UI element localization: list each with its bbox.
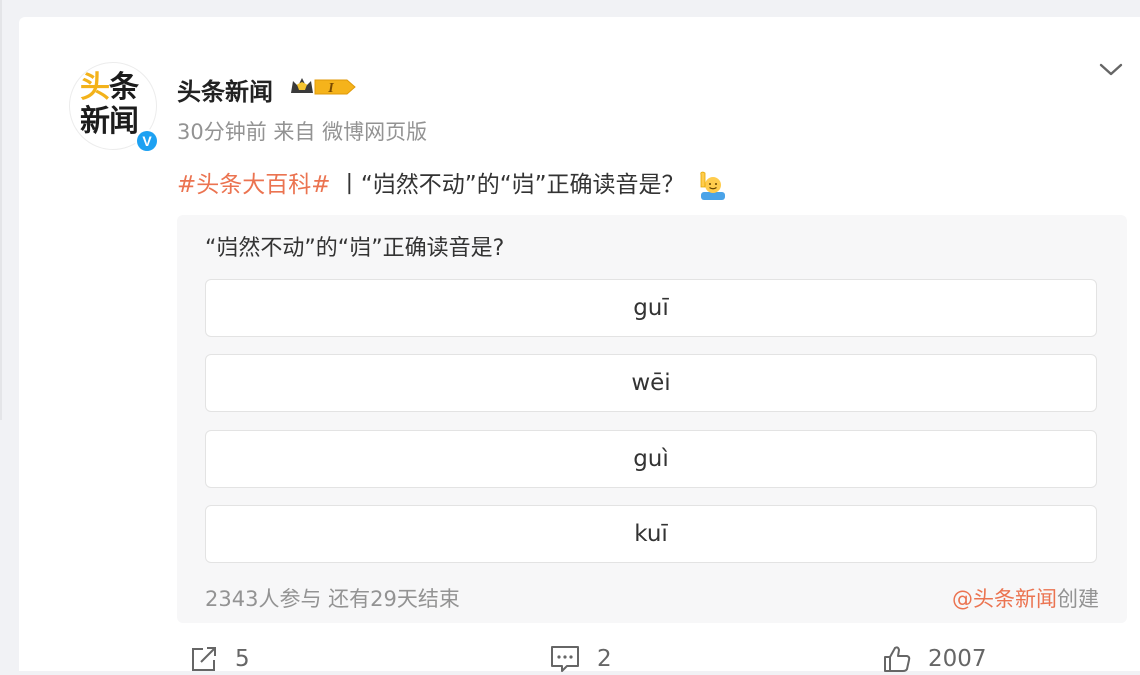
page-edge-divider bbox=[0, 0, 2, 420]
poll-stats: 2343人参与 还有29天结束 bbox=[205, 583, 460, 613]
avatar-logo-char-1: 头 bbox=[80, 70, 110, 105]
poll-card: “岿然不动”的“岿”正确读音是? guī wēi guì kuī 2343人参与… bbox=[177, 215, 1127, 623]
raising-hand-emoji-icon bbox=[700, 171, 725, 200]
share-icon bbox=[192, 647, 216, 671]
like-count: 2007 bbox=[928, 646, 987, 672]
poll-option-1[interactable]: guī bbox=[205, 279, 1097, 337]
account-name[interactable]: 头条新闻 bbox=[177, 72, 273, 107]
hashtag-link[interactable]: #头条大百科# bbox=[177, 172, 331, 198]
verified-badge-icon: V bbox=[135, 129, 159, 153]
verified-mark: V bbox=[137, 131, 157, 151]
poll-creator-link[interactable]: @头条新闻 bbox=[952, 587, 1057, 611]
thumbs-up-icon bbox=[884, 646, 911, 672]
poll-participants: 2343人参与 bbox=[205, 587, 322, 611]
post-source: 来自 微博网页版 bbox=[273, 120, 428, 144]
poll-option-3[interactable]: guì bbox=[205, 430, 1097, 488]
weibo-post-card: 头条 新闻 V 头条新闻 I 30分钟前 来自 微博网页版 #头条大百科# 丨“… bbox=[19, 17, 1140, 672]
poll-time-left: 还有29天结束 bbox=[328, 587, 460, 611]
post-text: #头条大百科# 丨“岿然不动”的“岿”正确读音是？ bbox=[177, 165, 728, 201]
poll-option-4[interactable]: kuī bbox=[205, 505, 1097, 563]
chevron-down-icon[interactable] bbox=[1097, 59, 1125, 79]
crown-level-badge-icon[interactable]: I bbox=[289, 75, 357, 99]
avatar-logo-char-2: 条 bbox=[109, 70, 139, 105]
comment-icon bbox=[551, 646, 579, 672]
poll-created-label: 创建 bbox=[1057, 587, 1099, 611]
comment-count: 2 bbox=[597, 646, 612, 672]
post-time[interactable]: 30分钟前 bbox=[177, 120, 267, 144]
post-body-text: “岿然不动”的“岿”正确读音是？ bbox=[360, 172, 685, 198]
post-separator: 丨 bbox=[337, 172, 361, 198]
poll-creator-info: @头条新闻创建 bbox=[952, 583, 1099, 613]
share-count: 5 bbox=[235, 646, 250, 672]
like-button[interactable]: 2007 bbox=[882, 643, 987, 675]
poll-question: “岿然不动”的“岿”正确读音是? bbox=[205, 236, 505, 261]
comment-button[interactable]: 2 bbox=[549, 643, 612, 675]
poll-option-2[interactable]: wēi bbox=[205, 354, 1097, 412]
avatar-logo: 头条 新闻 bbox=[80, 71, 148, 139]
badge-level-text: I bbox=[327, 81, 334, 96]
share-button[interactable]: 5 bbox=[189, 643, 250, 675]
post-meta: 30分钟前 来自 微博网页版 bbox=[177, 116, 427, 146]
